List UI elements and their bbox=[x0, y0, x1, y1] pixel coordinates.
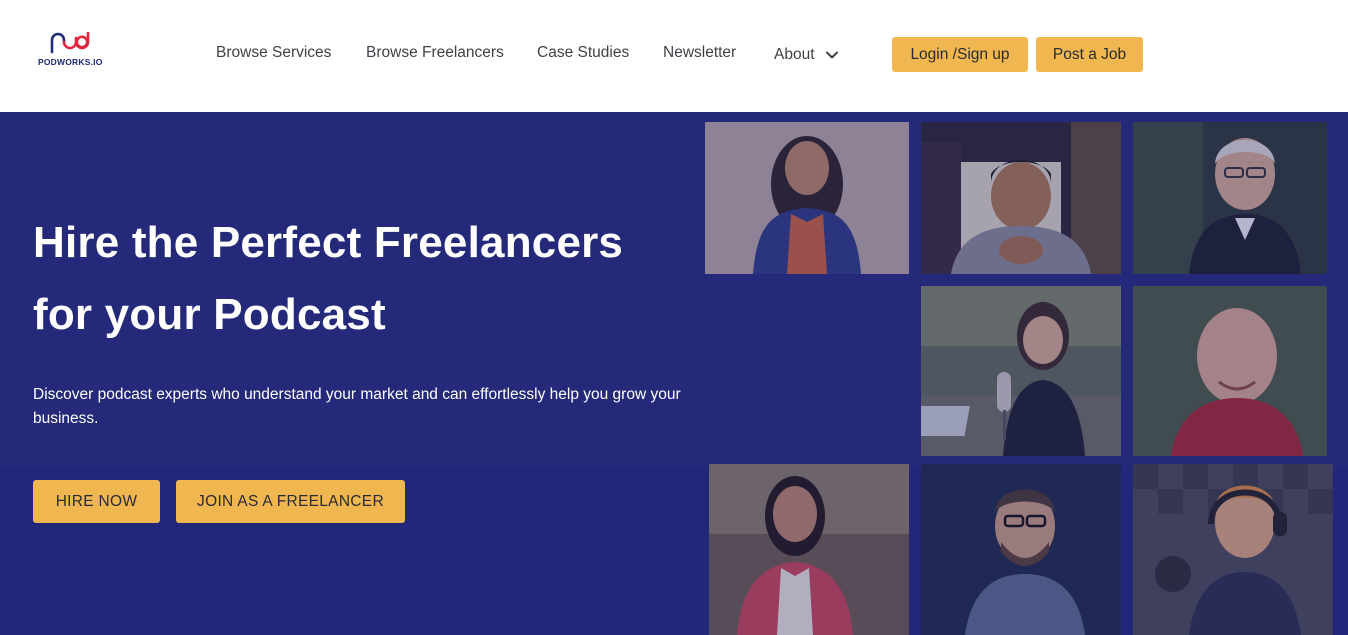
freelancer-photo-4 bbox=[921, 286, 1121, 456]
freelancer-photo-5 bbox=[1133, 286, 1327, 456]
man-hands-clasped-image bbox=[921, 122, 1121, 274]
login-signup-button[interactable]: Login /Sign up bbox=[892, 37, 1028, 72]
nav-browse-freelancers[interactable]: Browse Freelancers bbox=[366, 44, 504, 66]
man-glasses-suit-image bbox=[1133, 122, 1327, 274]
site-header: PODWORKS.IO Browse Services Browse Freel… bbox=[0, 0, 1348, 112]
man-glasses-beard-image bbox=[921, 464, 1121, 635]
nav-newsletter[interactable]: Newsletter bbox=[663, 44, 736, 66]
post-a-job-button[interactable]: Post a Job bbox=[1036, 37, 1143, 72]
join-as-freelancer-button[interactable]: JOIN AS A FREELANCER bbox=[176, 480, 405, 523]
brand-name: PODWORKS.IO bbox=[38, 57, 103, 67]
nav-about[interactable]: About bbox=[774, 44, 839, 66]
freelancer-photo-6 bbox=[709, 464, 909, 635]
nav-case-studies[interactable]: Case Studies bbox=[537, 44, 629, 66]
chevron-down-icon bbox=[825, 51, 838, 59]
pwd-monogram-icon bbox=[50, 32, 90, 54]
freelancer-photo-1 bbox=[705, 122, 909, 274]
woman-headphones-studio-image bbox=[1133, 464, 1333, 635]
hero-subtitle: Discover podcast experts who understand … bbox=[33, 386, 681, 427]
hire-now-button[interactable]: HIRE NOW bbox=[33, 480, 160, 523]
bald-man-red-shirt-image bbox=[1133, 286, 1327, 456]
woman-orange-shirt-image bbox=[705, 122, 909, 274]
brand-logo[interactable]: PODWORKS.IO bbox=[38, 32, 118, 72]
hero-title-line-1: Hire the Perfect Freelancers bbox=[33, 218, 624, 267]
woman-red-cardigan-image bbox=[709, 464, 909, 635]
freelancer-photo-2 bbox=[921, 122, 1121, 274]
woman-microphone-image bbox=[921, 286, 1121, 456]
nav-about-label: About bbox=[774, 46, 815, 63]
freelancer-photo-3 bbox=[1133, 122, 1327, 274]
freelancer-photo-8 bbox=[1133, 464, 1333, 635]
nav-browse-services[interactable]: Browse Services bbox=[216, 44, 331, 66]
hero-section: Hire the Perfect Freelancers for your Po… bbox=[0, 112, 1348, 635]
hero-title-line-2: for your Podcast bbox=[33, 290, 386, 339]
freelancer-photo-7 bbox=[921, 464, 1121, 635]
